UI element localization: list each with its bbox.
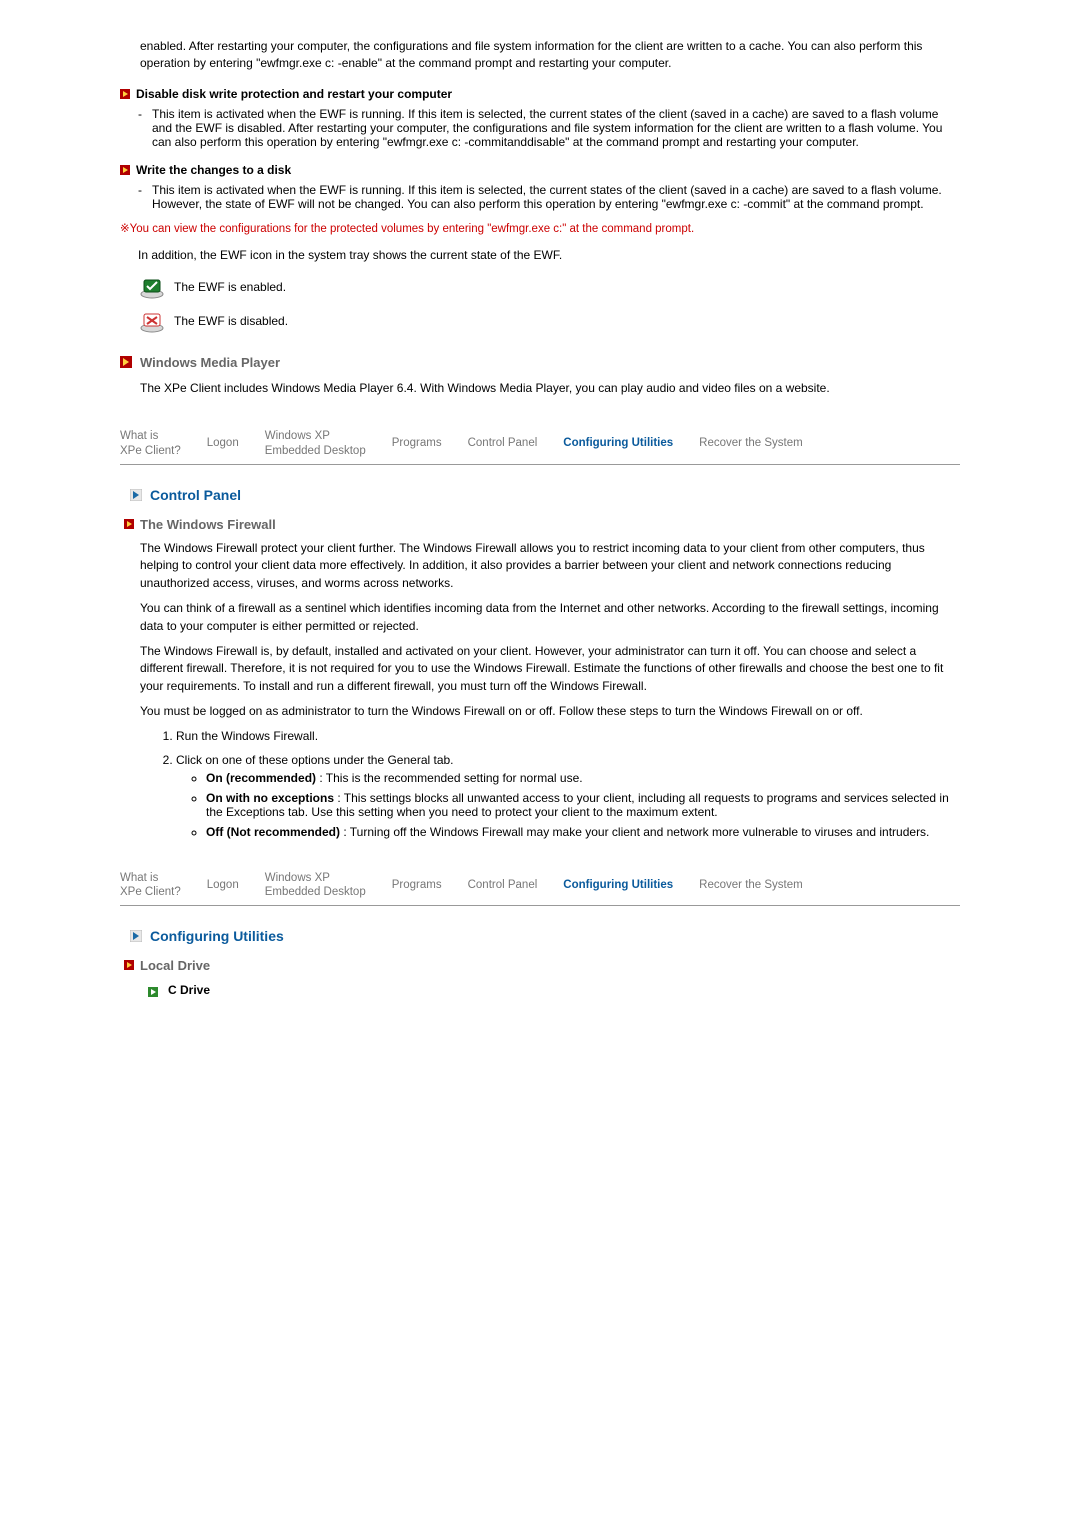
opt1-text: : This is the recommended setting for no… (316, 771, 583, 785)
tab-what-is[interactable]: What is XPe Client? (120, 429, 181, 458)
tray-intro: In addition, the EWF icon in the system … (138, 247, 960, 264)
disable-body: This item is activated when the EWF is r… (152, 107, 960, 149)
control-panel-title: Control Panel (150, 487, 241, 503)
wmp-body: The XPe Client includes Windows Media Pl… (140, 380, 960, 397)
tab-recover-system[interactable]: Recover the System (699, 878, 803, 892)
firewall-p2: You can think of a firewall as a sentine… (140, 600, 960, 635)
arrow-icon (120, 356, 132, 368)
tab-configuring-utilities[interactable]: Configuring Utilities (563, 436, 673, 450)
local-drive-row: Local Drive (124, 958, 960, 973)
nav-tabs: What is XPe Client? Logon Windows XP Emb… (120, 421, 960, 465)
local-drive-label: Local Drive (140, 958, 210, 973)
firewall-subheading: The Windows Firewall (124, 517, 960, 532)
write-heading-row: Write the changes to a disk (120, 163, 960, 177)
firewall-opt-off: Off (Not recommended) : Turning off the … (206, 825, 960, 839)
arrow-green-icon (148, 986, 158, 996)
firewall-opt-noex: On with no exceptions : This settings bl… (206, 791, 960, 819)
firewall-opt-on: On (recommended) : This is the recommend… (206, 771, 960, 785)
tab-wxe[interactable]: Windows XP Embedded Desktop (265, 429, 366, 458)
firewall-step-2: Click on one of these options under the … (176, 753, 960, 839)
control-panel-heading: Control Panel (130, 487, 960, 503)
write-body-row: - This item is activated when the EWF is… (138, 183, 960, 211)
tab-configuring-utilities[interactable]: Configuring Utilities (563, 878, 673, 892)
disable-title: Disable disk write protection and restar… (136, 87, 452, 101)
note-text: ※You can view the configurations for the… (120, 221, 960, 238)
firewall-title: The Windows Firewall (140, 517, 276, 532)
tab-logon[interactable]: Logon (207, 436, 239, 450)
tab-wxe[interactable]: Windows XP Embedded Desktop (265, 871, 366, 900)
config-utilities-heading: Configuring Utilities (130, 928, 960, 944)
arrow-box-icon (130, 489, 142, 501)
opt3-text: : Turning off the Windows Firewall may m… (340, 825, 929, 839)
firewall-steps: Run the Windows Firewall. Click on one o… (176, 729, 960, 839)
disable-body-row: - This item is activated when the EWF is… (138, 107, 960, 149)
arrow-icon (124, 519, 134, 529)
wmp-title: Windows Media Player (140, 355, 280, 370)
disable-heading-row: Disable disk write protection and restar… (120, 87, 960, 101)
tab-logon[interactable]: Logon (207, 878, 239, 892)
tab-what-is[interactable]: What is XPe Client? (120, 871, 181, 900)
ewf-enabled-label: The EWF is enabled. (174, 280, 286, 294)
ewf-disabled-label: The EWF is disabled. (174, 314, 288, 328)
opt3-label: Off (Not recommended) (206, 825, 340, 839)
firewall-p4: You must be logged on as administrator t… (140, 703, 960, 720)
ewf-disabled-icon (138, 309, 166, 333)
c-drive-row: C Drive (148, 983, 960, 997)
tab-control-panel[interactable]: Control Panel (468, 436, 538, 450)
tab-programs[interactable]: Programs (392, 878, 442, 892)
intro-paragraph: enabled. After restarting your computer,… (140, 38, 960, 73)
write-body: This item is activated when the EWF is r… (152, 183, 960, 211)
dash-icon: - (138, 107, 152, 149)
nav-tabs-2: What is XPe Client? Logon Windows XP Emb… (120, 863, 960, 907)
arrow-icon (120, 165, 130, 175)
wmp-heading: Windows Media Player (120, 355, 960, 370)
ewf-enabled-row: The EWF is enabled. (138, 275, 960, 299)
tab-programs[interactable]: Programs (392, 436, 442, 450)
arrow-icon (120, 89, 130, 99)
write-title: Write the changes to a disk (136, 163, 291, 177)
opt2-label: On with no exceptions (206, 791, 334, 805)
ewf-enabled-icon (138, 275, 166, 299)
firewall-p1: The Windows Firewall protect your client… (140, 540, 960, 592)
tab-control-panel[interactable]: Control Panel (468, 878, 538, 892)
arrow-box-icon (130, 930, 142, 942)
firewall-step-1: Run the Windows Firewall. (176, 729, 960, 743)
firewall-options: On (recommended) : This is the recommend… (206, 771, 960, 839)
opt1-label: On (recommended) (206, 771, 316, 785)
dash-icon: - (138, 183, 152, 211)
config-utilities-title: Configuring Utilities (150, 928, 284, 944)
c-drive-label: C Drive (168, 983, 210, 997)
ewf-disabled-row: The EWF is disabled. (138, 309, 960, 333)
arrow-icon (124, 960, 134, 970)
firewall-step-2-text: Click on one of these options under the … (176, 753, 454, 767)
firewall-p3: The Windows Firewall is, by default, ins… (140, 643, 960, 695)
tab-recover-system[interactable]: Recover the System (699, 436, 803, 450)
